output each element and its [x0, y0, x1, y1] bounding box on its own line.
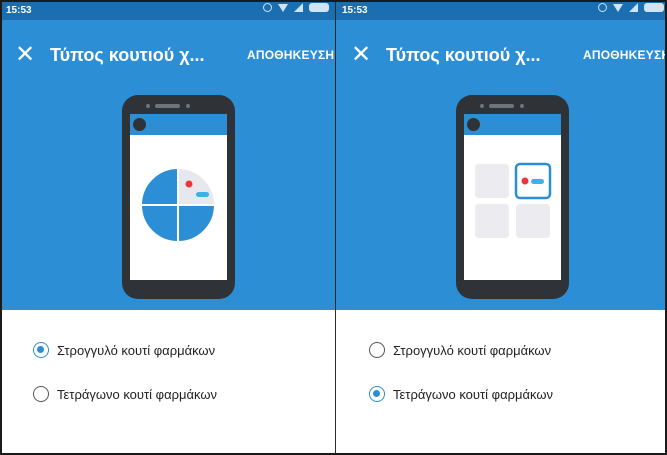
round-pill-box-illustration — [140, 167, 216, 243]
status-time: 15:53 — [6, 4, 32, 16]
phone-illustration — [456, 95, 569, 299]
screen-round-box: 15:53 ✕ Τύπος κουτιού χ... ΑΠΟΘΗΚΕΥΣΗ Στ… — [0, 0, 335, 455]
save-button[interactable]: ΑΠΟΘΗΚΕΥΣΗ — [583, 48, 667, 62]
phone-screen — [464, 114, 561, 280]
square-pill-box-illustration — [475, 162, 552, 238]
red-pill-icon — [185, 180, 193, 188]
radio-round-box[interactable] — [33, 342, 49, 358]
avatar — [467, 118, 480, 131]
avatar — [133, 118, 146, 131]
page-title: Τύπος κουτιού χ... — [386, 44, 541, 65]
wifi-icon — [613, 3, 623, 12]
wifi-icon — [278, 3, 288, 12]
signal-icon — [629, 3, 638, 12]
phone-screen — [130, 114, 227, 280]
close-icon[interactable]: ✕ — [336, 20, 386, 90]
illustration-area — [0, 90, 335, 310]
illustration-area — [336, 90, 667, 310]
app-bar: ✕ Τύπος κουτιού χ... ΑΠΟΘΗΚΕΥΣΗ — [336, 20, 667, 90]
close-icon[interactable]: ✕ — [0, 20, 50, 90]
option-label: Στρογγυλό κουτί φαρμάκων — [393, 342, 552, 358]
red-pill-icon — [521, 177, 529, 185]
option-square-box[interactable]: Τετράγωνο κουτί φαρμάκων — [33, 386, 217, 402]
option-square-box[interactable]: Τετράγωνο κουτί φαρμάκων — [369, 386, 553, 402]
save-button[interactable]: ΑΠΟΘΗΚΕΥΣΗ — [247, 48, 334, 62]
blue-capsule-icon — [531, 179, 544, 184]
option-round-box[interactable]: Στρογγυλό κουτί φαρμάκων — [369, 342, 551, 358]
option-round-box[interactable]: Στρογγυλό κουτί φαρμάκων — [33, 342, 215, 358]
radio-round-box[interactable] — [369, 342, 385, 358]
status-time: 15:53 — [342, 4, 368, 16]
battery-icon — [309, 3, 329, 12]
screen-square-box: 15:53 ✕ Τύπος κουτιού χ... ΑΠΟΘΗΚΕΥΣΗ Στ… — [335, 0, 667, 455]
app-bar: ✕ Τύπος κουτιού χ... ΑΠΟΘΗΚΕΥΣΗ — [0, 20, 335, 90]
alarm-icon — [598, 3, 607, 12]
signal-icon — [294, 3, 303, 12]
option-label: Στρογγυλό κουτί φαρμάκων — [57, 342, 216, 358]
radio-square-box[interactable] — [369, 386, 385, 402]
page-title: Τύπος κουτιού χ... — [50, 44, 205, 65]
status-bar: 15:53 — [336, 0, 667, 20]
status-bar: 15:53 — [0, 0, 335, 20]
alarm-icon — [263, 3, 272, 12]
option-label: Τετράγωνο κουτί φαρμάκων — [393, 386, 553, 402]
option-label: Τετράγωνο κουτί φαρμάκων — [57, 386, 217, 402]
phone-speaker — [480, 104, 530, 108]
blue-capsule-icon — [196, 192, 209, 197]
phone-speaker — [146, 104, 196, 108]
radio-square-box[interactable] — [33, 386, 49, 402]
phone-illustration — [122, 95, 235, 299]
battery-icon — [644, 3, 664, 12]
